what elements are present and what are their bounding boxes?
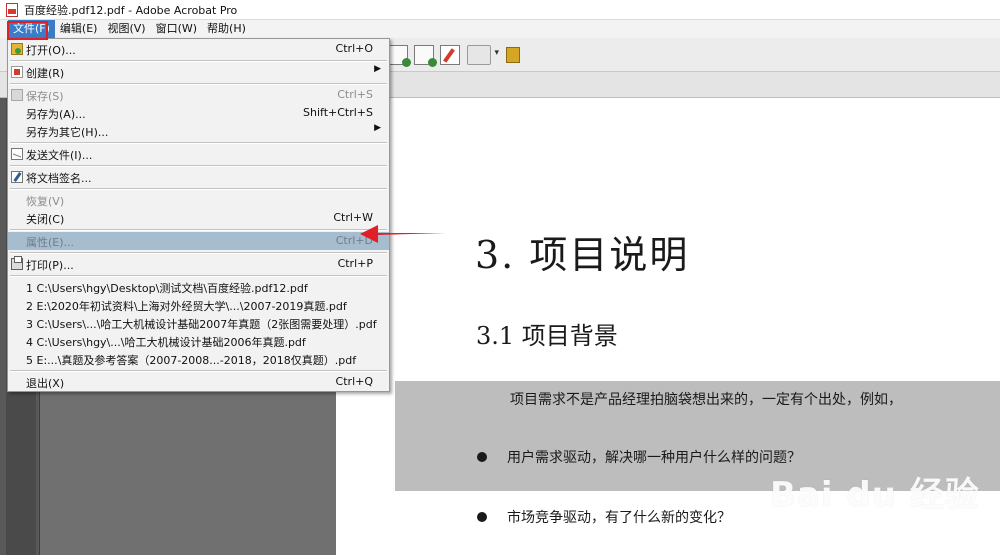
menu-item-label: 属性(E)... (26, 236, 75, 249)
menu-separator (10, 370, 387, 372)
document-icon[interactable] (388, 45, 411, 67)
menu-item-send-file[interactable]: 发送文件(I)... (8, 145, 389, 163)
menu-item-label: 另存为(A)... (26, 108, 86, 121)
heading-level-1: 3. 项目说明 (475, 233, 690, 277)
title-bar: 百度经验.pdf12.pdf - Adobe Acrobat Pro (0, 0, 1000, 20)
menu-view[interactable]: 视图(V) (102, 20, 150, 38)
watermark-logo: Bai du 经验 (770, 475, 980, 515)
menu-item-revert: 恢复(V) (8, 191, 389, 209)
menu-item-label: 关闭(C) (26, 213, 65, 226)
watermark-url: jingyan.baidu.com (772, 511, 902, 527)
menu-separator (10, 60, 387, 62)
menu-separator (10, 275, 387, 277)
menu-item-create[interactable]: 创建(R) ▶ (8, 63, 389, 81)
acrobat-window: 百度经验.pdf12.pdf - Adobe Acrobat Pro 文件(F)… (0, 0, 1000, 555)
menu-item-save: 保存(S) Ctrl+S (8, 86, 389, 104)
shortcut-label: Ctrl+P (337, 257, 373, 270)
paragraph: 项目需求不是产品经理拍脑袋想出来的，一定有个出处，例如， (510, 392, 902, 408)
sign-document-icon[interactable] (440, 45, 460, 65)
file-menu-dropdown: 打开(O)... Ctrl+O 创建(R) ▶ 保存(S) Ctrl+S 另存为… (7, 38, 390, 392)
recent-file-label: 5 E:...\真题及参考答案（2007-2008...-2018，2018仅真… (26, 354, 357, 367)
sign-icon (11, 171, 23, 183)
shortcut-label: Ctrl+S (337, 88, 373, 101)
recent-file-item[interactable]: 4 C:\Users\hgy\...\哈工大机械设计基础2006年真题.pdf (8, 332, 389, 350)
menu-item-label: 创建(R) (26, 67, 65, 80)
menu-item-sign-document[interactable]: 将文档签名... (8, 168, 389, 186)
menu-separator (10, 165, 387, 167)
bullet-text: 市场竞争驱动，有了什么新的变化？ (507, 510, 731, 526)
annotation-arrow-icon (360, 225, 446, 243)
recent-file-label: 3 C:\Users\...\哈工大机械设计基础2007年真题（2张图需要处理）… (26, 318, 377, 331)
menu-item-save-as[interactable]: 另存为(A)... Shift+Ctrl+S (8, 104, 389, 122)
export-document-icon[interactable] (414, 45, 437, 67)
menu-help[interactable]: 帮助(H) (202, 20, 251, 38)
recent-file-label: 1 C:\Users\hgy\Desktop\测试文档\百度经验.pdf12.p… (26, 282, 308, 295)
printer-icon (11, 256, 23, 270)
bullet-dot-icon (477, 512, 487, 522)
recent-file-label: 2 E:\2020年初试资料\上海对外经贸大学\...\2007-2019真题.… (26, 300, 347, 313)
submenu-arrow-icon: ▶ (374, 123, 381, 133)
recent-file-label: 4 C:\Users\hgy\...\哈工大机械设计基础2006年真题.pdf (26, 336, 306, 349)
menu-item-close[interactable]: 关闭(C) Ctrl+W (8, 209, 389, 227)
menu-item-open[interactable]: 打开(O)... Ctrl+O (8, 40, 389, 58)
menu-item-print[interactable]: 打印(P)... Ctrl+P (8, 255, 389, 273)
menu-bar: 文件(F) 编辑(E) 视图(V) 窗口(W) 帮助(H) (0, 20, 1000, 38)
recent-file-item[interactable]: 5 E:...\真题及参考答案（2007-2008...-2018，2018仅真… (8, 350, 389, 368)
menu-item-label: 退出(X) (26, 377, 65, 390)
menu-item-label: 将文档签名... (26, 172, 92, 185)
baidu-jingyan-watermark: Bai du 经验 jingyan.baidu.com (770, 467, 990, 547)
menu-separator (10, 142, 387, 144)
menu-file[interactable]: 文件(F) (8, 20, 55, 38)
menu-item-properties[interactable]: 属性(E)... Ctrl+D (8, 232, 389, 250)
shortcut-label: Ctrl+O (335, 42, 373, 55)
menu-item-save-as-other[interactable]: 另存为其它(H)... ▶ (8, 122, 389, 140)
menu-item-label: 恢复(V) (26, 195, 65, 208)
menu-window[interactable]: 窗口(W) (151, 20, 202, 38)
menu-item-label: 保存(S) (26, 90, 64, 103)
bullet-text: 用户需求驱动，解决哪一种用户什么样的问题？ (507, 450, 801, 466)
shortcut-label: Shift+Ctrl+S (303, 106, 373, 119)
recent-file-item[interactable]: 3 C:\Users\...\哈工大机械设计基础2007年真题（2张图需要处理）… (8, 314, 389, 332)
folder-open-icon (11, 43, 23, 55)
menu-item-label: 打印(P)... (26, 259, 74, 272)
bullet-item: 市场竞争驱动，有了什么新的变化？ (477, 507, 731, 527)
pdf-file-icon (6, 2, 18, 17)
page-options-dropdown[interactable] (467, 45, 499, 65)
bullet-dot-icon (477, 452, 487, 462)
save-icon (11, 89, 23, 101)
menu-separator (10, 229, 387, 231)
mail-icon (11, 148, 23, 160)
menu-item-label: 另存为其它(H)... (26, 126, 109, 139)
create-pdf-icon (11, 66, 23, 78)
window-title: 百度经验.pdf12.pdf - Adobe Acrobat Pro (24, 3, 238, 17)
menu-edit[interactable]: 编辑(E) (55, 20, 103, 38)
menu-item-exit[interactable]: 退出(X) Ctrl+Q (8, 373, 389, 391)
menu-item-label: 发送文件(I)... (26, 149, 93, 162)
submenu-arrow-icon: ▶ (374, 64, 381, 74)
heading-level-2: 3.1 项目背景 (476, 322, 618, 350)
menu-item-label: 打开(O)... (26, 44, 76, 57)
menu-separator (10, 83, 387, 85)
menu-separator (10, 252, 387, 254)
shortcut-label: Ctrl+Q (335, 375, 373, 388)
recent-file-item[interactable]: 2 E:\2020年初试资料\上海对外经贸大学\...\2007-2019真题.… (8, 296, 389, 314)
recent-file-item[interactable]: 1 C:\Users\hgy\Desktop\测试文档\百度经验.pdf12.p… (8, 278, 389, 296)
menu-separator (10, 188, 387, 190)
page-thumbnails-icon[interactable] (506, 47, 520, 63)
bullet-item: 用户需求驱动，解决哪一种用户什么样的问题？ (477, 447, 801, 467)
